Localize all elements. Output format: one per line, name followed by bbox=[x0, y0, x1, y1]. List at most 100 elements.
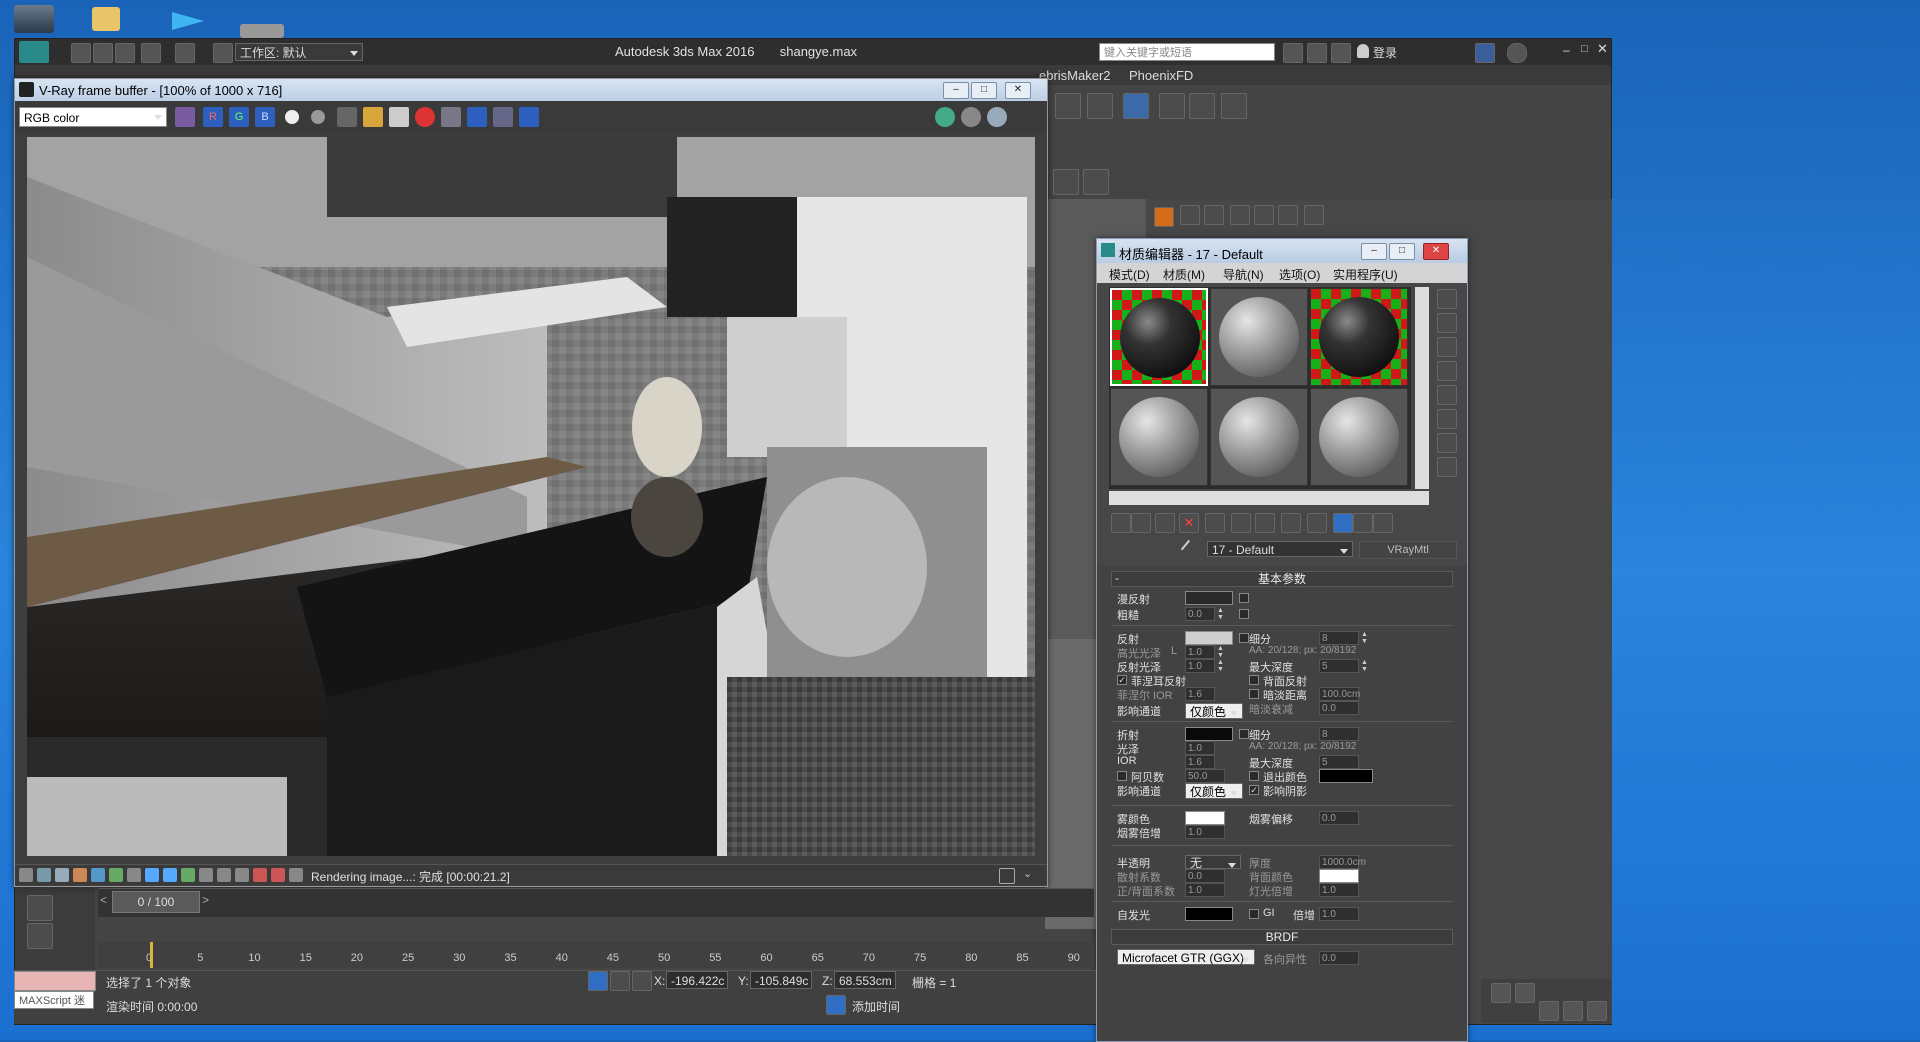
sample-slot-5[interactable] bbox=[1210, 388, 1308, 486]
maxscript-input[interactable]: MAXScript 迷 bbox=[14, 991, 94, 1009]
backlight-icon[interactable] bbox=[1437, 313, 1457, 333]
star-icon[interactable] bbox=[1331, 43, 1351, 63]
fog-bias-field[interactable]: 0.0 bbox=[1319, 811, 1359, 825]
med-close-button[interactable]: ✕ bbox=[1423, 243, 1449, 260]
material-name-field[interactable]: 17 - Default bbox=[1207, 541, 1353, 557]
workspace-dropdown[interactable]: 工作区: 默认 bbox=[235, 43, 363, 61]
help-icon[interactable] bbox=[1507, 43, 1527, 63]
menu-material[interactable]: 材质(M) bbox=[1163, 266, 1205, 283]
status-icon-16[interactable] bbox=[289, 868, 303, 882]
put-to-scene-icon[interactable] bbox=[1131, 513, 1151, 533]
lens-effects-icon[interactable] bbox=[519, 107, 539, 127]
tools-icon[interactable] bbox=[1053, 169, 1079, 195]
login-link[interactable]: 登录 bbox=[1373, 44, 1397, 61]
undo-icon[interactable] bbox=[141, 43, 161, 63]
fog-mult-field[interactable]: 1.0 bbox=[1185, 825, 1225, 839]
translucency-dropdown[interactable]: 无 bbox=[1185, 855, 1241, 870]
clear-icon[interactable] bbox=[389, 107, 409, 127]
status-icon-11[interactable] bbox=[199, 868, 213, 882]
hilight-gloss-spinner[interactable]: ▲ ▼ bbox=[1217, 645, 1225, 659]
hierarchy-tab-icon[interactable] bbox=[1204, 205, 1224, 225]
fresnel-ior-field[interactable]: 1.6 bbox=[1185, 687, 1215, 701]
material-id-icon[interactable] bbox=[1281, 513, 1301, 533]
open-file-icon[interactable] bbox=[93, 43, 113, 63]
reflect-affect-dropdown[interactable]: 仅颜色 bbox=[1185, 703, 1243, 719]
teapot-icon[interactable] bbox=[987, 107, 1007, 127]
dimdist-checkbox[interactable] bbox=[1249, 689, 1259, 699]
desktop-icon-folder[interactable] bbox=[92, 7, 120, 31]
status-icon-12[interactable] bbox=[217, 868, 231, 882]
layer-explorer-icon[interactable] bbox=[1055, 93, 1081, 119]
collapse-icon[interactable]: ⌄ bbox=[1023, 867, 1032, 880]
med-minimize-button[interactable]: – bbox=[1361, 243, 1387, 260]
rollout-brdf[interactable]: BRDF bbox=[1111, 929, 1453, 945]
communication-icon[interactable] bbox=[1307, 43, 1327, 63]
modify-tab-icon[interactable] bbox=[1180, 205, 1200, 225]
red-channel-button[interactable]: R bbox=[203, 107, 223, 127]
status-icon-15[interactable] bbox=[271, 868, 285, 882]
desktop-icon-monitor[interactable] bbox=[14, 5, 54, 33]
status-icon-10[interactable] bbox=[181, 868, 195, 882]
vfb-maximize-button[interactable]: □ bbox=[971, 82, 997, 99]
z-coordinate[interactable]: 68.553cm bbox=[834, 971, 896, 989]
new-file-icon[interactable] bbox=[71, 43, 91, 63]
x-coordinate[interactable]: -196.422c bbox=[666, 971, 728, 989]
make-unique-icon[interactable] bbox=[1231, 513, 1251, 533]
backside-checkbox[interactable] bbox=[1249, 675, 1259, 685]
orbit-icon[interactable] bbox=[1563, 1001, 1583, 1021]
utilities-tab-icon[interactable] bbox=[1278, 205, 1298, 225]
reflect-map-button[interactable] bbox=[1239, 633, 1249, 643]
reflect-maxdepth-spinner[interactable]: ▲ ▼ bbox=[1361, 659, 1369, 673]
refract-maxdepth-field[interactable]: 5 bbox=[1319, 755, 1359, 769]
maxscript-listener-pink[interactable] bbox=[14, 971, 96, 991]
status-icon-2[interactable] bbox=[37, 868, 51, 882]
status-icon-9[interactable] bbox=[163, 868, 177, 882]
fb-coef-field[interactable]: 1.0 bbox=[1185, 883, 1225, 897]
add-time-tag[interactable]: 添加时间 bbox=[852, 998, 900, 1015]
hilight-gloss-field[interactable]: 1.0 bbox=[1185, 645, 1215, 659]
time-next-button[interactable]: > bbox=[202, 893, 209, 907]
sample-slot-1[interactable] bbox=[1110, 288, 1208, 386]
render-icon[interactable] bbox=[1221, 93, 1247, 119]
time-tag-icon[interactable] bbox=[826, 995, 846, 1015]
link-icon[interactable] bbox=[493, 107, 513, 127]
status-icon-4[interactable] bbox=[73, 868, 87, 882]
reflect-color-swatch[interactable] bbox=[1185, 631, 1233, 645]
zoom-all-icon[interactable] bbox=[1515, 983, 1535, 1003]
reflect-gloss-spinner[interactable]: ▲ ▼ bbox=[1217, 659, 1225, 673]
status-icon-7[interactable] bbox=[127, 868, 141, 882]
video-color-icon[interactable] bbox=[1437, 385, 1457, 405]
max-app-icon[interactable] bbox=[19, 41, 49, 63]
material-type-button[interactable]: VRayMtl bbox=[1359, 541, 1457, 559]
time-slider[interactable]: < 0 / 100 > bbox=[98, 888, 1094, 917]
sample-slot-6[interactable] bbox=[1310, 388, 1408, 486]
save-file-icon[interactable] bbox=[115, 43, 135, 63]
dimdist-field[interactable]: 100.0cm bbox=[1319, 687, 1360, 701]
exit-color-checkbox[interactable] bbox=[1249, 771, 1259, 781]
anisotropy-field[interactable]: 0.0 bbox=[1319, 951, 1359, 965]
eyedropper-icon[interactable] bbox=[1180, 539, 1200, 559]
absolute-mode-icon[interactable] bbox=[632, 971, 652, 991]
self-illum-mult-field[interactable]: 1.0 bbox=[1319, 907, 1359, 921]
rollout-collapse-icon[interactable]: - bbox=[1115, 571, 1119, 585]
stop-render-icon[interactable] bbox=[415, 107, 435, 127]
ribbon-icon[interactable] bbox=[1087, 93, 1113, 119]
menu-mode[interactable]: 模式(D) bbox=[1109, 266, 1150, 283]
roughness-field[interactable]: 0.0 bbox=[1185, 607, 1215, 621]
abbe-checkbox[interactable] bbox=[1117, 771, 1127, 781]
schematic-view-icon[interactable] bbox=[1123, 93, 1149, 119]
menu-navigation[interactable]: 导航(N) bbox=[1223, 266, 1264, 283]
status-icon-5[interactable] bbox=[91, 868, 105, 882]
lock-icon[interactable] bbox=[610, 971, 630, 991]
sample-type-icon[interactable] bbox=[1437, 289, 1457, 309]
color-picker-icon[interactable] bbox=[175, 107, 195, 127]
slots-scrollbar-v[interactable] bbox=[1415, 287, 1429, 489]
sample-slot-3[interactable] bbox=[1310, 288, 1408, 386]
zoom-icon[interactable] bbox=[1491, 983, 1511, 1003]
redo-icon[interactable] bbox=[175, 43, 195, 63]
diffuse-color-swatch[interactable] bbox=[1185, 591, 1233, 605]
region-render-icon[interactable] bbox=[441, 107, 461, 127]
thickness-field[interactable]: 1000.0cm bbox=[1319, 855, 1366, 869]
med-maximize-button[interactable]: □ bbox=[1389, 243, 1415, 260]
reflect-subdivs-spinner[interactable]: ▲ ▼ bbox=[1361, 631, 1369, 645]
